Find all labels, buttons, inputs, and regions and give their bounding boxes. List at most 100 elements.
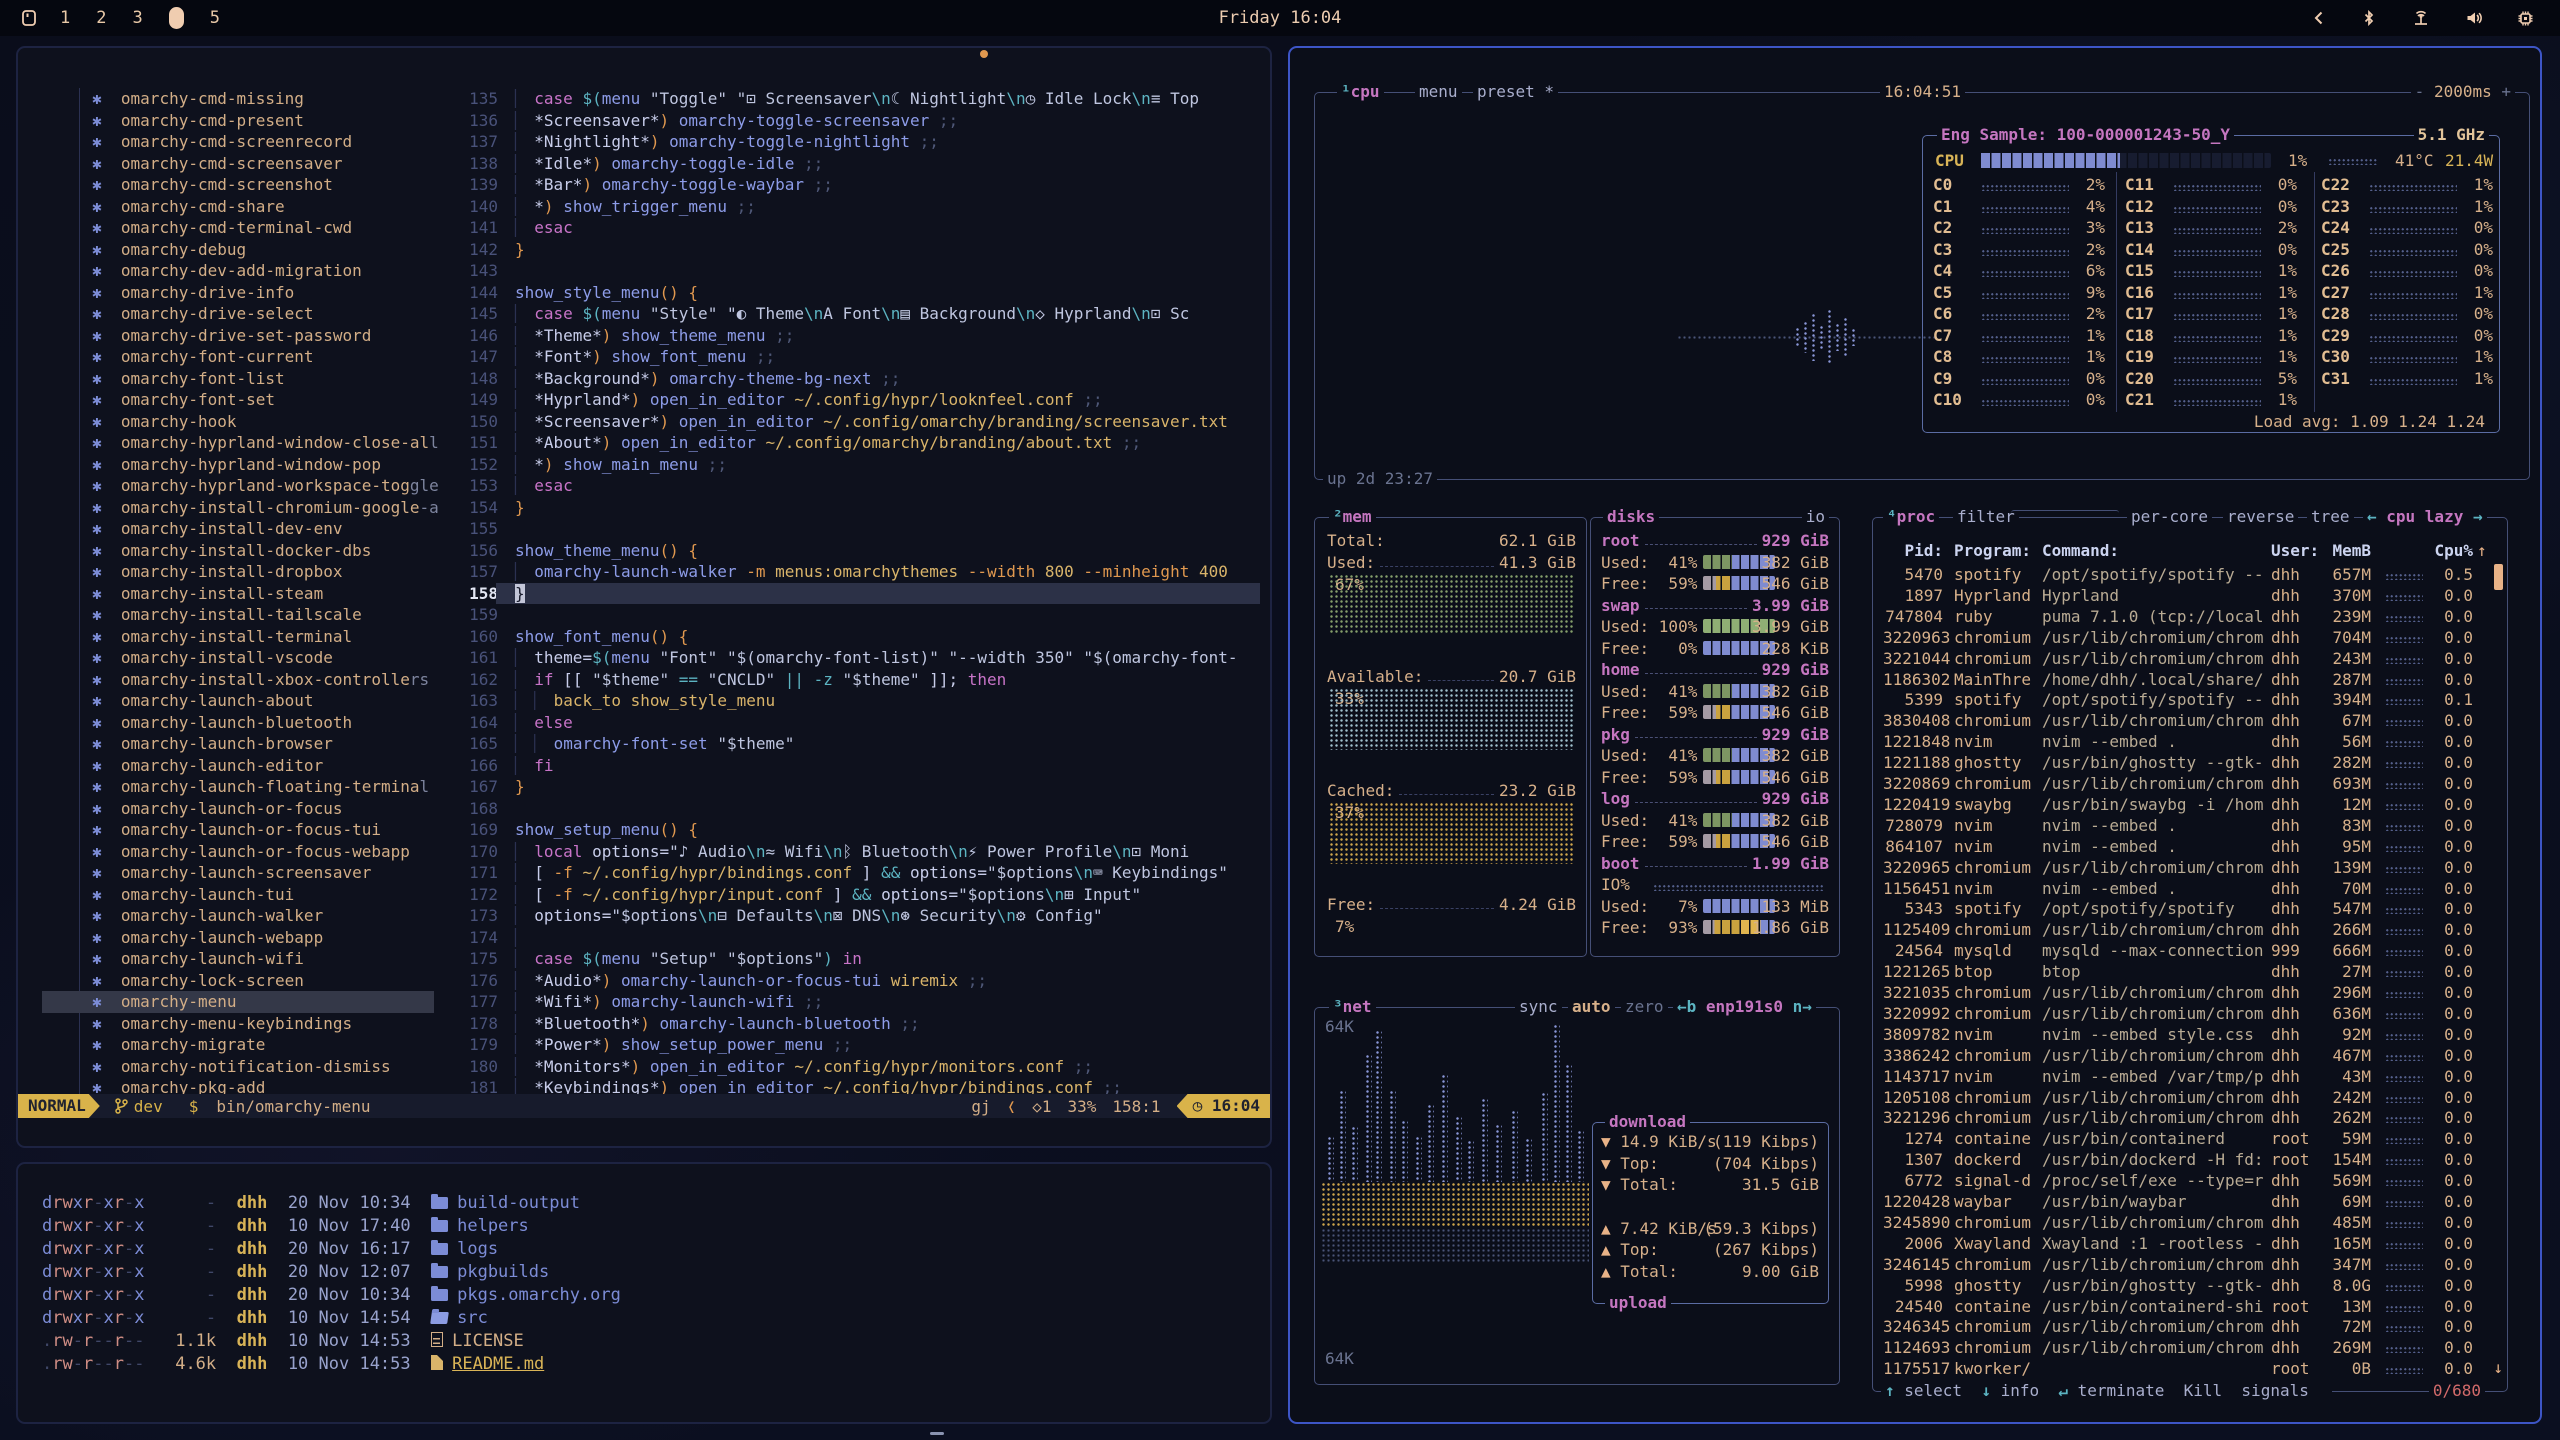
sidebar-item-omarchy-drive-set-password[interactable]: ✱ omarchy-drive-set-password [92, 325, 371, 347]
proc-row-3220963[interactable]: 3220963chromium/usr/lib/chromium/chromdh… [1883, 627, 2495, 649]
proc-row-747804[interactable]: 747804rubypuma 7.1.0 (tcp://localdhh239M… [1883, 606, 2495, 628]
sidebar-item-omarchy-font-list[interactable]: ✱ omarchy-font-list [92, 368, 285, 390]
file-row-pkgs.omarchy.org[interactable]: drwxr-xr-x - dhh 20 Nov 10:34 pkgs.omarc… [42, 1284, 621, 1307]
interval-control[interactable]: - 2000ms + [2411, 82, 2515, 102]
sidebar-item-omarchy-install-vscode[interactable]: ✱ omarchy-install-vscode [92, 647, 333, 669]
file-row-README.md[interactable]: .rw-r--r-- 4.6k dhh 10 Nov 14:53 README.… [42, 1353, 544, 1376]
sidebar-item-omarchy-launch-editor[interactable]: ✱ omarchy-launch-editor [92, 755, 323, 777]
proc-row-1221265[interactable]: 1221265btopbtopdhh27M0.0 [1883, 961, 2495, 983]
proc-row-1125409[interactable]: 1125409chromium/usr/lib/chromium/chromdh… [1883, 919, 2495, 941]
filter-input[interactable] [2011, 510, 2119, 526]
sidebar-item-omarchy-launch-or-focus-tui[interactable]: ✱ omarchy-launch-or-focus-tui [92, 819, 381, 841]
proc-row-3221296[interactable]: 3221296chromium/usr/lib/chromium/chromdh… [1883, 1107, 2495, 1129]
sidebar-item-omarchy-cmd-screenrecord[interactable]: ✱ omarchy-cmd-screenrecord [92, 131, 352, 153]
file-row-LICENSE[interactable]: .rw-r--r-- 1.1k dhh 10 Nov 14:53 LICENSE [42, 1330, 524, 1353]
sidebar-item-omarchy-install-steam[interactable]: ✱ omarchy-install-steam [92, 583, 323, 605]
sidebar-item-omarchy-drive-select[interactable]: ✱ omarchy-drive-select [92, 303, 314, 325]
proc-row-3220992[interactable]: 3220992chromium/usr/lib/chromium/chromdh… [1883, 1003, 2495, 1025]
git-branch-name[interactable]: dev [134, 1097, 163, 1116]
proc-row-3221035[interactable]: 3221035chromium/usr/lib/chromium/chromdh… [1883, 982, 2495, 1004]
sidebar-item-omarchy-cmd-missing[interactable]: ✱ omarchy-cmd-missing [92, 88, 304, 110]
sidebar-item-omarchy-launch-tui[interactable]: ✱ omarchy-launch-tui [92, 884, 294, 906]
sidebar-item-omarchy-migrate[interactable]: ✱ omarchy-migrate [92, 1034, 265, 1056]
proc-row-1307[interactable]: 1307dockerd/usr/bin/dockerd -H fd:root15… [1883, 1149, 2495, 1171]
omarchy-logo-icon[interactable] [20, 9, 38, 27]
sidebar-item-omarchy-notification-dismiss[interactable]: ✱ omarchy-notification-dismiss [92, 1056, 391, 1078]
filter-button[interactable]: filter [1953, 507, 2019, 527]
proc-row-1897[interactable]: 1897HyprlandHyprlanddhh370M0.0 [1883, 585, 2495, 607]
proc-row-1175517[interactable]: 1175517kworker/root0B0.0 [1883, 1358, 2495, 1380]
sidebar-item-omarchy-install-terminal[interactable]: ✱ omarchy-install-terminal [92, 626, 352, 648]
proc-row-1156451[interactable]: 1156451nvimnvim --embed .dhh70M0.0 [1883, 878, 2495, 900]
auto-button[interactable]: auto [1568, 997, 1615, 1017]
sidebar-item-omarchy-hyprland-window-pop[interactable]: ✱ omarchy-hyprland-window-pop [92, 454, 381, 476]
terminal-window[interactable]: drwxr-xr-x - dhh 20 Nov 10:34 build-outp… [16, 1162, 1272, 1424]
proc-row-2006[interactable]: 2006XwaylandXwayland :1 -rootless -dhh16… [1883, 1233, 2495, 1255]
workspace-1[interactable]: 1 [60, 8, 70, 28]
menu-button[interactable]: menu [1415, 82, 1462, 102]
tree-button[interactable]: tree [2307, 507, 2354, 527]
proc-row-1143717[interactable]: 1143717nvimnvim --embed /var/tmp/pdhh43M… [1883, 1066, 2495, 1088]
sidebar-item-omarchy-install-tailscale[interactable]: ✱ omarchy-install-tailscale [92, 604, 362, 626]
proc-row-1186302[interactable]: 1186302MainThre/home/dhh/.local/share/dh… [1883, 669, 2495, 691]
interface-switcher[interactable]: ←b enp191s0 n→ [1673, 997, 1816, 1017]
proc-row-1221848[interactable]: 1221848nvimnvim --embed .dhh56M0.0 [1883, 731, 2495, 753]
proc-row-1220419[interactable]: 1220419swaybg/usr/bin/swaybg -i /homdhh1… [1883, 794, 2495, 816]
sidebar-item-omarchy-launch-browser[interactable]: ✱ omarchy-launch-browser [92, 733, 333, 755]
reverse-button[interactable]: reverse [2223, 507, 2298, 527]
sidebar-item-omarchy-launch-or-focus[interactable]: ✱ omarchy-launch-or-focus [92, 798, 342, 820]
sidebar-item-omarchy-install-xbox-controlle[interactable]: ✱ omarchy-install-xbox-controllers [92, 669, 429, 691]
sidebar-item-omarchy-hyprland-window-close-al[interactable]: ✱ omarchy-hyprland-window-close-all [92, 432, 439, 454]
per-core-button[interactable]: per-core [2127, 507, 2212, 527]
proc-row-24540[interactable]: 24540containe/usr/bin/containerd-shiroot… [1883, 1296, 2495, 1318]
workspace-3[interactable]: 3 [133, 8, 143, 28]
proc-row-3830408[interactable]: 3830408chromium/usr/lib/chromium/chromdh… [1883, 710, 2495, 732]
file-row-src[interactable]: drwxr-xr-x - dhh 10 Nov 14:54 src [42, 1307, 488, 1330]
proc-row-5399[interactable]: 5399spotify/opt/spotify/spotify --dhh394… [1883, 689, 2495, 711]
proc-row-3386242[interactable]: 3386242chromium/usr/lib/chromium/chromdh… [1883, 1045, 2495, 1067]
proc-row-3221044[interactable]: 3221044chromium/usr/lib/chromium/chromdh… [1883, 648, 2495, 670]
sidebar-item-omarchy-launch-floating-termina[interactable]: ✱ omarchy-launch-floating-terminal [92, 776, 429, 798]
sidebar-item-omarchy-install-dev-env[interactable]: ✱ omarchy-install-dev-env [92, 518, 342, 540]
proc-row-3220869[interactable]: 3220869chromium/usr/lib/chromium/chromdh… [1883, 773, 2495, 795]
sidebar-item-omarchy-install-docker-dbs[interactable]: ✱ omarchy-install-docker-dbs [92, 540, 371, 562]
sync-button[interactable]: sync [1515, 997, 1562, 1017]
proc-row-1274[interactable]: 1274containe/usr/bin/containerdroot59M0.… [1883, 1128, 2495, 1150]
sidebar-item-omarchy-launch-screensaver[interactable]: ✱ omarchy-launch-screensaver [92, 862, 371, 884]
proc-row-1124693[interactable]: 1124693chromium/usr/lib/chromium/chromdh… [1883, 1337, 2495, 1359]
workspace-active[interactable] [169, 7, 184, 29]
proc-scrollbar[interactable] [2494, 564, 2503, 590]
sidebar-item-omarchy-font-current[interactable]: ✱ omarchy-font-current [92, 346, 314, 368]
sidebar-item-omarchy-cmd-screensaver[interactable]: ✱ omarchy-cmd-screensaver [92, 153, 342, 175]
file-row-logs[interactable]: drwxr-xr-x - dhh 20 Nov 16:17 logs [42, 1238, 498, 1261]
proc-row-5343[interactable]: 5343spotify/opt/spotify/spotifydhh547M0.… [1883, 898, 2495, 920]
sidebar-item-omarchy-lock-screen[interactable]: ✱ omarchy-lock-screen [92, 970, 304, 992]
file-row-pkgbuilds[interactable]: drwxr-xr-x - dhh 20 Nov 12:07 pkgbuilds [42, 1261, 549, 1284]
proc-row-3220965[interactable]: 3220965chromium/usr/lib/chromium/chromdh… [1883, 857, 2495, 879]
network-icon[interactable] [2411, 10, 2431, 26]
proc-row-864107[interactable]: 864107nvimnvim --embed .dhh95M0.0 [1883, 836, 2495, 858]
cpu-chip-icon[interactable] [2517, 10, 2534, 27]
io-label[interactable]: io [1802, 507, 1829, 527]
sidebar-item-omarchy-launch-wifi[interactable]: ✱ omarchy-launch-wifi [92, 948, 304, 970]
sidebar-item-omarchy-launch-about[interactable]: ✱ omarchy-launch-about [92, 690, 314, 712]
proc-row-3245890[interactable]: 3245890chromium/usr/lib/chromium/chromdh… [1883, 1212, 2495, 1234]
file-row-helpers[interactable]: drwxr-xr-x - dhh 10 Nov 17:40 helpers [42, 1215, 529, 1238]
sidebar-item-omarchy-cmd-present[interactable]: ✱ omarchy-cmd-present [92, 110, 304, 132]
sidebar-item-omarchy-launch-or-focus-webapp[interactable]: ✱ omarchy-launch-or-focus-webapp [92, 841, 410, 863]
cpu-box-title[interactable]: ¹cpu [1337, 82, 1384, 102]
sidebar-item-omarchy-cmd-screenshot[interactable]: ✱ omarchy-cmd-screenshot [92, 174, 333, 196]
preset-button[interactable]: preset * [1473, 82, 1558, 102]
sidebar-item-omarchy-menu-keybindings[interactable]: ✱ omarchy-menu-keybindings [92, 1013, 352, 1035]
sort-selector[interactable]: ← cpu lazy → [2363, 507, 2487, 527]
volume-icon[interactable] [2465, 10, 2483, 26]
scroll-down-icon[interactable]: ↓ [2493, 1358, 2503, 1377]
proc-row-5470[interactable]: 5470spotify/opt/spotify/spotify --dhh657… [1883, 564, 2495, 586]
shell-prompt[interactable]: omarchy-pkgs master› [42, 1401, 325, 1424]
sidebar-item-omarchy-install-dropbox[interactable]: ✱ omarchy-install-dropbox [92, 561, 342, 583]
sidebar-item-omarchy-launch-webapp[interactable]: ✱ omarchy-launch-webapp [92, 927, 323, 949]
proc-row-728079[interactable]: 728079nvimnvim --embed .dhh83M0.0 [1883, 815, 2495, 837]
proc-row-24564[interactable]: 24564mysqldmysqld --max-connection999666… [1883, 940, 2495, 962]
sidebar-item-omarchy-cmd-terminal-cwd[interactable]: ✱ omarchy-cmd-terminal-cwd [92, 217, 352, 239]
btop-window[interactable]: ¹cpumenupreset *16:04:51- 2000ms +up 2d … [1288, 46, 2542, 1424]
